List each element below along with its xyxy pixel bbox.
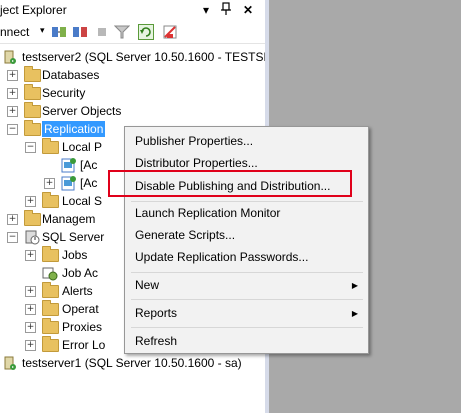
expand-icon[interactable]: + <box>25 322 36 333</box>
tree-node-label: Server Objects <box>42 104 122 118</box>
pin-icon[interactable] <box>218 2 234 18</box>
tree-node-label: [Ac <box>80 176 98 190</box>
tree-node-label: testserver1 (SQL Server 10.50.1600 - sa) <box>22 356 242 370</box>
menu-item-launch-replication-monitor[interactable]: Launch Replication Monitor <box>135 206 280 220</box>
menu-item-update-passwords[interactable]: Update Replication Passwords... <box>135 250 308 264</box>
tree-node-label: Replication <box>42 121 106 137</box>
expand-icon[interactable]: + <box>25 196 36 207</box>
publication-icon <box>61 157 77 173</box>
collapse-icon[interactable]: − <box>7 232 18 243</box>
expand-icon[interactable]: + <box>25 250 36 261</box>
tree-node-label: Proxies <box>62 320 103 334</box>
server-icon <box>2 49 18 65</box>
menu-item-publisher-properties[interactable]: Publisher Properties... <box>135 134 253 148</box>
tree-node-label: Jobs <box>62 248 88 262</box>
folder-icon <box>24 120 41 136</box>
sql-agent-icon <box>24 229 40 245</box>
tree-node-label: Alerts <box>62 284 93 298</box>
folder-icon <box>42 300 59 316</box>
collapse-icon[interactable]: − <box>7 124 18 135</box>
folder-icon <box>42 246 59 262</box>
panel-title: ject Explorer <box>0 3 67 17</box>
tree-node-label: Databases <box>42 68 100 82</box>
menu-item-refresh[interactable]: Refresh <box>135 334 177 348</box>
expand-icon[interactable]: + <box>44 178 55 189</box>
server-icon <box>2 355 18 371</box>
menu-item-new[interactable]: New <box>135 278 159 292</box>
window-position-icon[interactable]: ▾ <box>198 2 214 18</box>
stop-icon[interactable] <box>94 24 110 40</box>
expand-icon[interactable]: + <box>25 304 36 315</box>
expand-icon[interactable]: + <box>7 214 18 225</box>
expand-icon[interactable]: + <box>7 106 18 117</box>
folder-icon <box>42 192 59 208</box>
menu-item-distributor-properties[interactable]: Distributor Properties... <box>135 156 258 170</box>
tree-node-label: Security <box>42 86 86 100</box>
tree-node-label: Error Lo <box>62 338 106 352</box>
collapse-icon[interactable]: − <box>25 142 36 153</box>
publication-icon <box>61 175 77 191</box>
tree-node-label: testserver2 (SQL Server 10.50.1600 - TES… <box>22 50 269 64</box>
menu-separator <box>131 272 363 273</box>
folder-icon <box>24 66 41 82</box>
menu-separator <box>131 299 363 300</box>
menu-separator <box>131 201 363 202</box>
close-icon[interactable]: ✕ <box>240 2 256 18</box>
explorer-toolbar: nnect ▾ <box>0 21 265 44</box>
submenu-arrow-icon: ▶ <box>351 309 358 318</box>
job-activity-icon <box>42 265 58 281</box>
tree-node-label: [Ac <box>80 158 98 172</box>
tree-node-label: Managem <box>42 212 96 226</box>
activity-monitor-icon[interactable] <box>162 24 178 40</box>
chevron-down-icon[interactable]: ▾ <box>40 25 45 36</box>
folder-icon <box>24 102 41 118</box>
folder-icon <box>24 84 41 100</box>
refresh-icon[interactable] <box>138 24 154 40</box>
disconnect-icon[interactable] <box>72 24 88 40</box>
connect-object-explorer-icon[interactable] <box>51 24 67 40</box>
replication-context-menu: Publisher Properties... Distributor Prop… <box>124 126 369 354</box>
tree-node-label: Local P <box>62 140 103 154</box>
connect-button[interactable]: nnect <box>0 25 29 39</box>
tree-node-label: Operat <box>62 302 99 316</box>
panel-titlebar: ject Explorer ▾ ✕ <box>0 0 265 20</box>
folder-icon <box>42 336 59 352</box>
folder-icon <box>42 318 59 334</box>
tree-node-label: Job Ac <box>62 266 99 280</box>
expand-icon[interactable]: + <box>25 286 36 297</box>
filter-icon[interactable] <box>113 24 131 40</box>
folder-icon <box>42 282 59 298</box>
menu-separator <box>131 327 363 328</box>
menu-item-generate-scripts[interactable]: Generate Scripts... <box>135 228 235 242</box>
tree-node-label: SQL Server <box>42 230 105 244</box>
submenu-arrow-icon: ▶ <box>351 281 358 290</box>
expand-icon[interactable]: + <box>7 88 18 99</box>
folder-icon <box>42 138 59 154</box>
menu-item-reports[interactable]: Reports <box>135 306 177 320</box>
folder-icon <box>24 210 41 226</box>
annotation-highlight-box <box>108 170 352 197</box>
expand-icon[interactable]: + <box>25 340 36 351</box>
expand-icon[interactable]: + <box>7 70 18 81</box>
tree-node-label: Local S <box>62 194 103 208</box>
